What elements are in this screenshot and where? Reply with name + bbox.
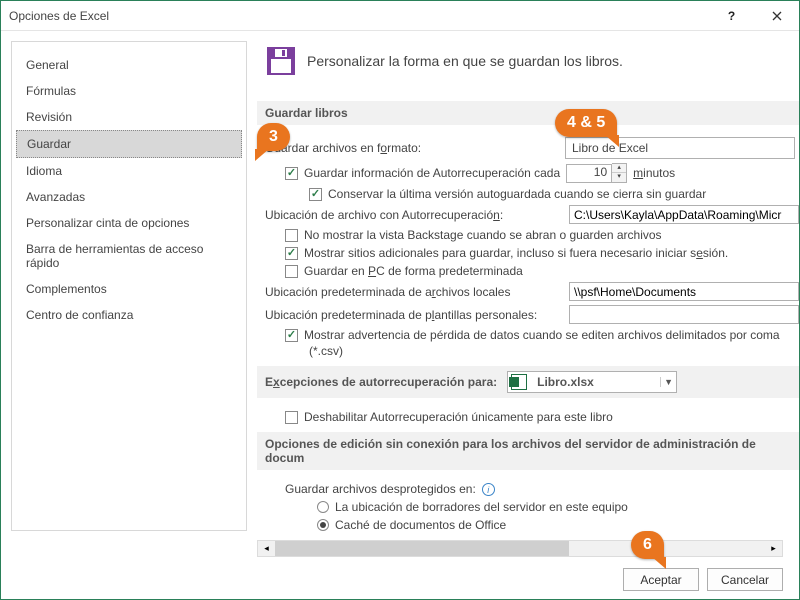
sidebar-item-label: Avanzadas: [26, 190, 85, 204]
disable-autorecover-label: Deshabilitar Autorrecuperación únicament…: [304, 410, 613, 424]
keep-last-autosaved-checkbox[interactable]: [309, 188, 322, 201]
cancel-button-label: Cancelar: [721, 573, 769, 587]
sidebar-item-formulas[interactable]: Fórmulas: [16, 78, 242, 104]
ok-button[interactable]: Aceptar: [623, 568, 699, 591]
sidebar-item-addins[interactable]: Complementos: [16, 276, 242, 302]
category-sidebar: General Fórmulas Revisión Guardar Idioma…: [11, 41, 247, 531]
callout-6: 6: [631, 531, 664, 559]
default-local-location-input[interactable]: [569, 282, 799, 301]
exceptions-workbook-combo[interactable]: Libro.xlsx ▼: [507, 371, 677, 393]
save-to-pc-default-label: Guardar en PC de forma predeterminada: [304, 264, 523, 278]
office-cache-radio[interactable]: [317, 519, 329, 531]
keep-last-autosaved-label: Conservar la última versión autoguardada…: [328, 187, 706, 201]
no-backstage-checkbox[interactable]: [285, 229, 298, 242]
ok-button-label: Aceptar: [640, 573, 681, 587]
exceptions-workbook-value: Libro.xlsx: [531, 375, 600, 389]
sidebar-item-label: Complementos: [26, 282, 107, 296]
sidebar-item-customize-ribbon[interactable]: Personalizar cinta de opciones: [16, 210, 242, 236]
section-autorecover-exceptions: Excepciones de autorrecuperación para: L…: [257, 366, 799, 398]
default-template-location-label: Ubicación predeterminada de plantillas p…: [265, 308, 537, 322]
sidebar-item-label: Guardar: [27, 137, 71, 151]
sidebar-item-label: Barra de herramientas de acceso rápido: [26, 242, 203, 270]
drafts-location-radio[interactable]: [317, 501, 329, 513]
scroll-right-icon[interactable]: ▸: [765, 541, 782, 556]
save-floppy-icon: [265, 45, 297, 77]
spinner-buttons[interactable]: ▴▾: [612, 163, 627, 183]
callout-4-5-label: 4 & 5: [567, 114, 605, 132]
autorecover-label: Guardar información de Autorrecuperación…: [304, 166, 560, 180]
office-cache-label: Caché de documentos de Office: [335, 518, 506, 532]
show-additional-places-label: Mostrar sitios adicionales para guardar,…: [304, 246, 728, 260]
sidebar-item-proofing[interactable]: Revisión: [16, 104, 242, 130]
horizontal-scrollbar[interactable]: ◂ ▸: [257, 540, 783, 557]
show-additional-places-checkbox[interactable]: [285, 247, 298, 260]
scroll-left-icon[interactable]: ◂: [258, 541, 275, 556]
sidebar-item-label: Personalizar cinta de opciones: [26, 216, 189, 230]
save-checked-out-label: Guardar archivos desprotegidos en:: [285, 482, 476, 496]
page-heading: Personalizar la forma en que se guardan …: [307, 53, 623, 69]
excel-file-icon: [511, 374, 527, 390]
close-icon: [772, 11, 782, 21]
help-button[interactable]: ?: [709, 1, 754, 31]
sidebar-item-general[interactable]: General: [16, 52, 242, 78]
options-content: Personalizar la forma en que se guardan …: [247, 31, 799, 541]
dialog-footer: Aceptar Cancelar: [1, 559, 799, 599]
sidebar-item-trust[interactable]: Centro de confianza: [16, 302, 242, 328]
sidebar-item-advanced[interactable]: Avanzadas: [16, 184, 242, 210]
csv-warning-label: Mostrar advertencia de pérdida de datos …: [304, 328, 780, 342]
dialog-title: Opciones de Excel: [9, 9, 109, 23]
scroll-track[interactable]: [275, 541, 765, 556]
autorecover-checkbox[interactable]: [285, 167, 298, 180]
sidebar-item-save[interactable]: Guardar: [16, 130, 242, 158]
autorecover-location-input[interactable]: [569, 205, 799, 224]
sidebar-item-label: Centro de confianza: [26, 308, 133, 322]
callout-3-label: 3: [269, 128, 278, 146]
csv-warning-sublabel: (*.csv): [309, 344, 343, 358]
section-offline-editing: Opciones de edición sin conexión para lo…: [257, 432, 799, 470]
callout-4-5: 4 & 5: [555, 109, 617, 137]
default-local-location-label: Ubicación predeterminada de archivos loc…: [265, 285, 510, 299]
chevron-down-icon: ▼: [660, 377, 676, 387]
sidebar-item-label: Fórmulas: [26, 84, 76, 98]
sidebar-item-label: General: [26, 58, 69, 72]
autorecover-location-label: Ubicación de archivo con Autorrecuperaci…: [265, 208, 503, 222]
save-format-combo[interactable]: Libro de Excel: [565, 137, 795, 159]
scroll-thumb[interactable]: [275, 541, 569, 556]
sidebar-item-label: Idioma: [26, 164, 62, 178]
default-template-location-input[interactable]: [569, 305, 799, 324]
no-backstage-label: No mostrar la vista Backstage cuando se …: [304, 228, 662, 242]
close-button[interactable]: [754, 1, 799, 31]
callout-3: 3: [257, 123, 290, 151]
csv-warning-checkbox[interactable]: [285, 329, 298, 342]
sidebar-item-language[interactable]: Idioma: [16, 158, 242, 184]
section-save-books: Guardar libros: [257, 101, 799, 125]
autorecover-minutes-value[interactable]: 10: [566, 164, 612, 183]
autorecover-unit: minutos: [633, 166, 675, 180]
sidebar-item-qat[interactable]: Barra de herramientas de acceso rápido: [16, 236, 242, 276]
drafts-location-label: La ubicación de borradores del servidor …: [335, 500, 628, 514]
sidebar-item-label: Revisión: [26, 110, 72, 124]
disable-autorecover-checkbox[interactable]: [285, 411, 298, 424]
callout-6-label: 6: [643, 536, 652, 554]
save-to-pc-default-checkbox[interactable]: [285, 265, 298, 278]
autorecover-minutes-spinner[interactable]: 10 ▴▾: [566, 163, 627, 183]
dialog-titlebar: Opciones de Excel ?: [1, 1, 799, 31]
cancel-button[interactable]: Cancelar: [707, 568, 783, 591]
info-icon[interactable]: [482, 483, 495, 496]
